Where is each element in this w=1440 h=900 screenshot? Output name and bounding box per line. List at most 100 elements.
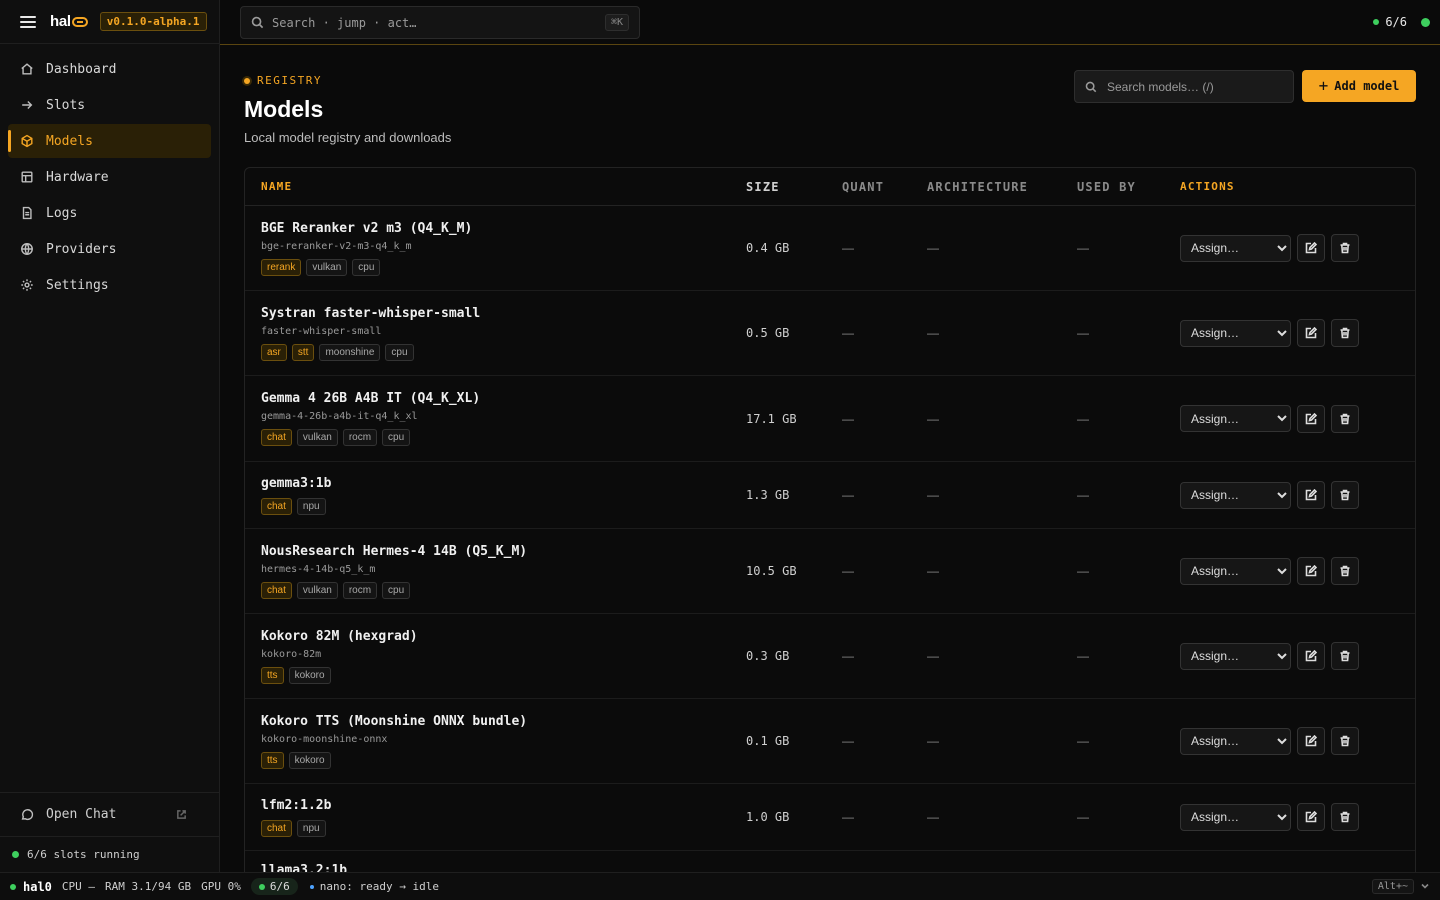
edit-button[interactable] xyxy=(1297,319,1325,347)
table-body: BGE Reranker v2 m3 (Q4_K_M) bge-reranker-… xyxy=(245,206,1415,872)
model-name: BGE Reranker v2 m3 (Q4_K_M) xyxy=(261,220,473,236)
logo-text: hal xyxy=(50,13,71,30)
table-row[interactable]: BGE Reranker v2 m3 (Q4_K_M) bge-reranker-… xyxy=(245,206,1415,291)
sidebar-item-providers[interactable]: Providers xyxy=(8,232,211,266)
model-actions: Assign… xyxy=(1180,557,1415,585)
model-actions: Assign… xyxy=(1180,642,1415,670)
assign-select[interactable]: Assign… xyxy=(1180,642,1291,670)
edit-button[interactable] xyxy=(1297,803,1325,831)
column-header-size: SIZE xyxy=(746,179,780,194)
assign-select[interactable]: Assign… xyxy=(1180,727,1291,755)
table-row[interactable]: gemma3:1b chat npu 1.3 GB — — — Assign… xyxy=(245,462,1415,529)
edit-button[interactable] xyxy=(1297,234,1325,262)
model-quant: — xyxy=(842,241,854,255)
delete-button[interactable] xyxy=(1331,481,1359,509)
sidebar-item-logs[interactable]: Logs xyxy=(8,196,211,230)
model-name: gemma3:1b xyxy=(261,475,332,491)
sidebar-item-models[interactable]: Models xyxy=(8,124,211,158)
edit-button[interactable] xyxy=(1297,404,1325,433)
model-quant: — xyxy=(842,326,854,340)
table-row[interactable]: Systran faster-whisper-small faster-whisp… xyxy=(245,291,1415,376)
delete-button[interactable] xyxy=(1331,404,1359,433)
sidebar-item-hardware[interactable]: Hardware xyxy=(8,160,211,194)
edit-button[interactable] xyxy=(1297,557,1325,585)
assign-select[interactable]: Assign… xyxy=(1180,405,1291,432)
edit-button[interactable] xyxy=(1297,642,1325,670)
assign-select[interactable]: Assign… xyxy=(1180,234,1291,262)
model-tag: rocm xyxy=(342,429,378,446)
model-search-input[interactable] xyxy=(1107,79,1283,94)
model-tag: tts xyxy=(261,751,284,769)
add-model-button[interactable]: + Add model xyxy=(1302,70,1416,102)
chevron-down-icon[interactable] xyxy=(1420,881,1430,891)
models-table: NAME SIZE QUANT ARCHITECTURE USED BY ACTIONS … xyxy=(244,167,1416,872)
model-name-cell: Gemma 4 26B A4B IT (Q4_K_XL) gemma-4-26b-… xyxy=(245,391,746,446)
model-size: 1.0 GB xyxy=(746,810,790,824)
sidebar-item-slots[interactable]: Slots xyxy=(8,88,211,122)
sidebar-item-dashboard[interactable]: Dashboard xyxy=(8,52,211,86)
menu-icon[interactable] xyxy=(20,15,36,28)
model-architecture: — xyxy=(927,411,939,426)
top-slots-count: 6/6 xyxy=(1385,15,1407,29)
grid-icon xyxy=(21,171,33,183)
assign-select[interactable]: Assign… xyxy=(1180,803,1291,831)
delete-button[interactable] xyxy=(1331,234,1359,262)
edit-icon xyxy=(1305,650,1317,662)
assign-select[interactable]: Assign… xyxy=(1180,319,1291,347)
model-quant: — xyxy=(842,488,854,502)
model-name-cell: lfm2:1.2b chat npu xyxy=(245,798,746,837)
model-id: kokoro-82m xyxy=(261,648,322,660)
status-bar: hal0 CPU — RAM 3.1/94 GB GPU 0% 6/6 nano… xyxy=(0,872,1440,900)
sidebar-header: hal v0.1.0-alpha.1 xyxy=(0,0,219,44)
delete-button[interactable] xyxy=(1331,642,1359,670)
table-row[interactable]: llama3.2:1b xyxy=(245,851,1415,872)
status-dot-icon xyxy=(12,851,19,858)
page-subtitle: Local model registry and downloads xyxy=(244,130,452,145)
model-name-cell: NousResearch Hermes-4 14B (Q5_K_M) hermes… xyxy=(245,544,746,599)
topbar: Search · jump · act… ⌘K 6/6 xyxy=(220,0,1440,45)
command-search[interactable]: Search · jump · act… ⌘K xyxy=(240,6,640,39)
edit-button[interactable] xyxy=(1297,727,1325,755)
slots-pill[interactable]: 6/6 xyxy=(250,878,298,895)
status-dot-icon xyxy=(1373,19,1380,25)
delete-button[interactable] xyxy=(1331,803,1359,831)
command-search-placeholder: Search · jump · act… xyxy=(272,15,417,30)
table-row[interactable]: Kokoro 82M (hexgrad) kokoro-82m tts kokoro 0… xyxy=(245,614,1415,699)
edit-icon xyxy=(1305,489,1317,501)
table-row[interactable]: lfm2:1.2b chat npu 1.0 GB — — — Assign… xyxy=(245,784,1415,851)
logo[interactable]: hal xyxy=(50,13,88,30)
table-header: NAME SIZE QUANT ARCHITECTURE USED BY ACTIONS xyxy=(245,168,1415,206)
model-search[interactable] xyxy=(1074,70,1294,103)
home-icon xyxy=(21,63,33,75)
model-tags: tts kokoro xyxy=(261,751,746,769)
add-model-label: Add model xyxy=(1334,79,1400,93)
model-tag: rerank xyxy=(261,258,302,276)
top-status[interactable]: 6/6 xyxy=(1373,15,1430,29)
model-tag: vulkan xyxy=(296,581,338,599)
open-chat-link[interactable]: Open Chat xyxy=(0,792,219,836)
delete-button[interactable] xyxy=(1331,319,1359,347)
assign-select[interactable]: Assign… xyxy=(1180,481,1291,509)
cpu-status: CPU — xyxy=(61,880,96,893)
model-size: 0.1 GB xyxy=(746,734,790,748)
gear-icon xyxy=(21,279,33,291)
slots-running-status: 6/6 slots running xyxy=(0,836,219,872)
trash-icon xyxy=(1340,735,1350,747)
model-tag: vulkan xyxy=(296,429,338,446)
model-tags: tts kokoro xyxy=(261,666,746,684)
model-tag: chat xyxy=(261,497,292,515)
model-used-by: — xyxy=(1077,564,1089,578)
console-shortcut: Alt+~ xyxy=(1371,879,1414,894)
search-icon xyxy=(1085,81,1097,92)
sidebar-item-settings[interactable]: Settings xyxy=(8,268,211,302)
table-row[interactable]: NousResearch Hermes-4 14B (Q5_K_M) hermes… xyxy=(245,529,1415,614)
model-actions: Assign… xyxy=(1180,234,1415,262)
edit-button[interactable] xyxy=(1297,481,1325,509)
table-row[interactable]: Kokoro TTS (Moonshine ONNX bundle) kokoro… xyxy=(245,699,1415,784)
assign-select[interactable]: Assign… xyxy=(1180,557,1291,585)
delete-button[interactable] xyxy=(1331,557,1359,585)
table-row[interactable]: Gemma 4 26B A4B IT (Q4_K_XL) gemma-4-26b-… xyxy=(245,376,1415,462)
file-icon xyxy=(22,206,32,220)
main-content: REGISTRY Models Local model registry and… xyxy=(220,45,1440,872)
delete-button[interactable] xyxy=(1331,727,1359,755)
